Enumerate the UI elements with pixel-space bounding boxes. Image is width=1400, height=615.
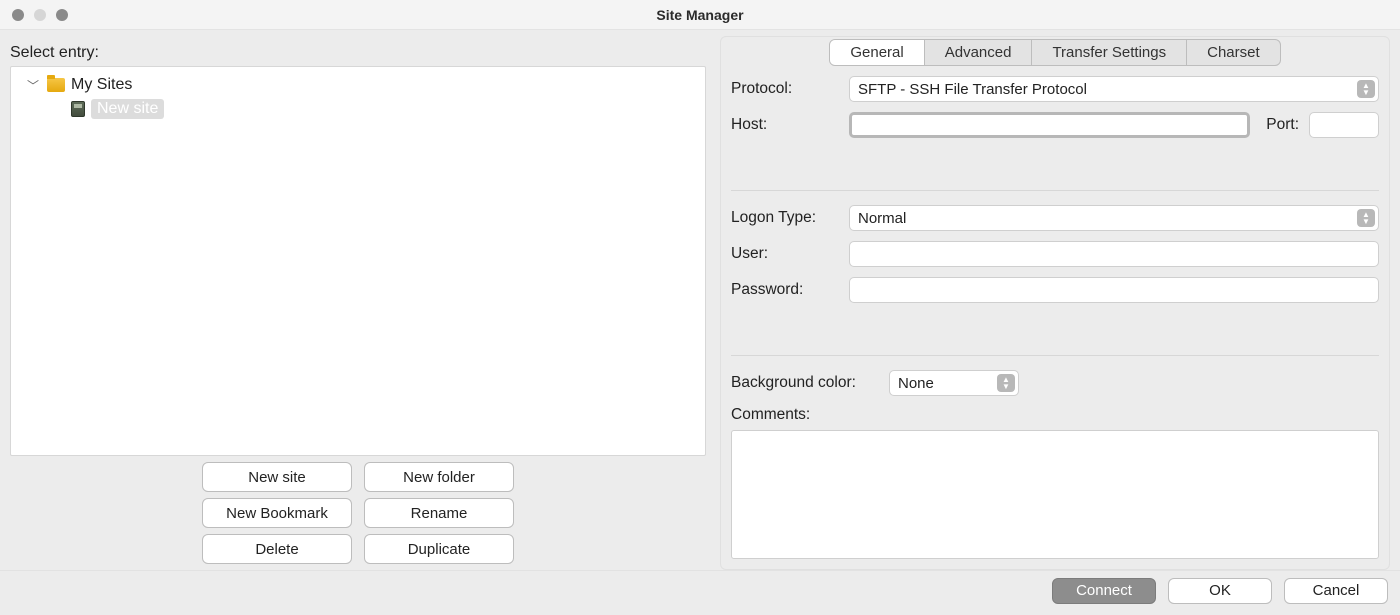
new-bookmark-button[interactable]: New Bookmark: [202, 498, 352, 528]
host-input[interactable]: [849, 112, 1250, 138]
titlebar: Site Manager: [0, 0, 1400, 30]
connect-button[interactable]: Connect: [1052, 578, 1156, 604]
tab-advanced[interactable]: Advanced: [925, 40, 1033, 65]
duplicate-button[interactable]: Duplicate: [364, 534, 514, 564]
protocol-value: SFTP - SSH File Transfer Protocol: [858, 81, 1087, 98]
tree-site-label: New site: [91, 99, 164, 119]
comments-textarea[interactable]: [731, 430, 1379, 559]
tab-charset[interactable]: Charset: [1187, 40, 1280, 65]
updown-arrows-icon: ▲▼: [997, 374, 1015, 392]
new-site-button[interactable]: New site: [202, 462, 352, 492]
port-label: Port:: [1266, 116, 1299, 134]
tab-general[interactable]: General: [830, 40, 924, 65]
updown-arrows-icon: ▲▼: [1357, 80, 1375, 98]
window-title: Site Manager: [0, 7, 1400, 23]
user-input[interactable]: [849, 241, 1379, 267]
tab-bar: General Advanced Transfer Settings Chars…: [829, 39, 1280, 66]
logon-type-value: Normal: [858, 210, 906, 227]
divider: [731, 355, 1379, 356]
logon-type-select[interactable]: Normal ▲▼: [849, 205, 1379, 231]
ok-button[interactable]: OK: [1168, 578, 1272, 604]
new-folder-button[interactable]: New folder: [364, 462, 514, 492]
protocol-label: Protocol:: [731, 80, 839, 98]
port-input[interactable]: [1309, 112, 1379, 138]
rename-button[interactable]: Rename: [364, 498, 514, 528]
divider: [731, 190, 1379, 191]
site-tree[interactable]: ﹀ My Sites New site: [10, 66, 706, 456]
tree-root-row[interactable]: ﹀ My Sites: [17, 73, 699, 97]
select-entry-label: Select entry:: [10, 44, 706, 62]
disclosure-triangle-icon[interactable]: ﹀: [25, 77, 41, 94]
tree-site-row[interactable]: New site: [17, 97, 699, 121]
background-color-label: Background color:: [731, 374, 879, 392]
updown-arrows-icon: ▲▼: [1357, 209, 1375, 227]
left-pane: Select entry: ﹀ My Sites New site New si…: [10, 36, 706, 570]
user-label: User:: [731, 245, 839, 263]
protocol-select[interactable]: SFTP - SSH File Transfer Protocol ▲▼: [849, 76, 1379, 102]
tab-transfer-settings[interactable]: Transfer Settings: [1032, 40, 1187, 65]
left-button-grid: New site New folder New Bookmark Rename …: [10, 462, 706, 564]
background-color-select[interactable]: None ▲▼: [889, 370, 1019, 396]
logon-type-label: Logon Type:: [731, 209, 839, 227]
delete-button[interactable]: Delete: [202, 534, 352, 564]
cancel-button[interactable]: Cancel: [1284, 578, 1388, 604]
server-icon: [71, 101, 85, 117]
folder-icon: [47, 78, 65, 92]
password-label: Password:: [731, 281, 839, 299]
dialog-footer: Connect OK Cancel: [0, 570, 1400, 610]
background-color-value: None: [898, 375, 934, 392]
password-input[interactable]: [849, 277, 1379, 303]
tree-root-label: My Sites: [71, 76, 132, 94]
right-pane: General Advanced Transfer Settings Chars…: [720, 36, 1390, 570]
comments-label: Comments:: [731, 406, 1379, 424]
host-label: Host:: [731, 116, 839, 134]
